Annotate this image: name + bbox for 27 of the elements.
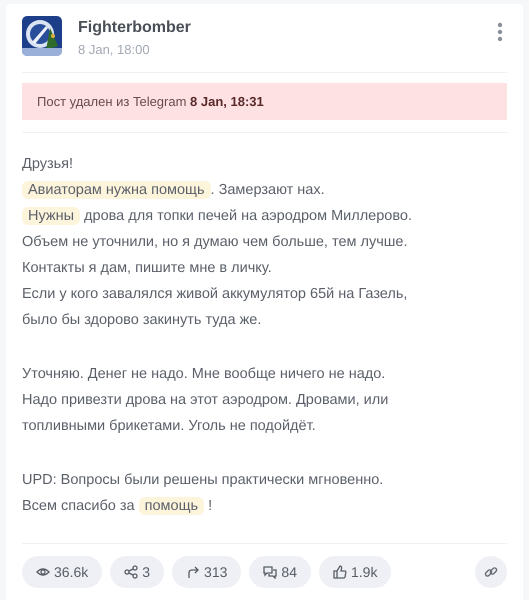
body-text-line: Надо привезти дрова на этот аэродром. Дровами, или — [22, 391, 390, 410]
thumbs-up-icon — [332, 565, 347, 579]
copy-link-button[interactable] — [475, 556, 507, 588]
body-text-line: Авиаторам нужна помощь . Замерзают нах. — [22, 177, 507, 203]
body-text-line: Нужны дрова для топки печей на аэродром Миллерово. — [22, 203, 507, 229]
body-text-line: Уточняю. Денег не надо. Мне вообще ничего не надо. — [22, 365, 386, 384]
deleted-notice: Пост удален из Telegram 8 Jan, 18:31 — [22, 82, 507, 120]
stat-button[interactable]: 36.6k — [22, 556, 102, 588]
body-text-line: Друзья! — [22, 155, 74, 174]
stat-button[interactable]: 3 — [110, 556, 164, 588]
stat-button[interactable]: 1.9k — [318, 556, 392, 588]
channel-name[interactable]: Fighterbomber — [78, 16, 481, 40]
comments-icon — [263, 565, 278, 579]
body-text-line: топливными брикетами. Уголь не подойдёт. — [22, 417, 317, 436]
body-text-line: было бы здорово закинуть туда же. — [22, 311, 262, 330]
link-icon — [484, 565, 498, 579]
stat-button[interactable]: 313 — [172, 556, 242, 588]
forward-arrow-icon — [186, 565, 200, 579]
body-text-line: Всем спасибо за помощь ! — [22, 496, 214, 517]
body-text-line: Если у кого завалялся живой аккумулятор 65й на Газель, — [22, 285, 408, 304]
body-text-line: Контакты я дам, пишите мне в личку. — [22, 259, 273, 278]
body-text-line: Объем не уточнили, но я думаю чем больше, тем лучше. — [22, 233, 409, 252]
post-date: 8 Jan, 18:00 — [78, 41, 151, 59]
share-icon — [124, 565, 138, 579]
body-text-line: UPD: Вопросы были решены практически мгновенно. — [22, 471, 384, 490]
stat-button[interactable]: 84 — [249, 556, 311, 588]
more-icon[interactable] — [497, 22, 503, 42]
